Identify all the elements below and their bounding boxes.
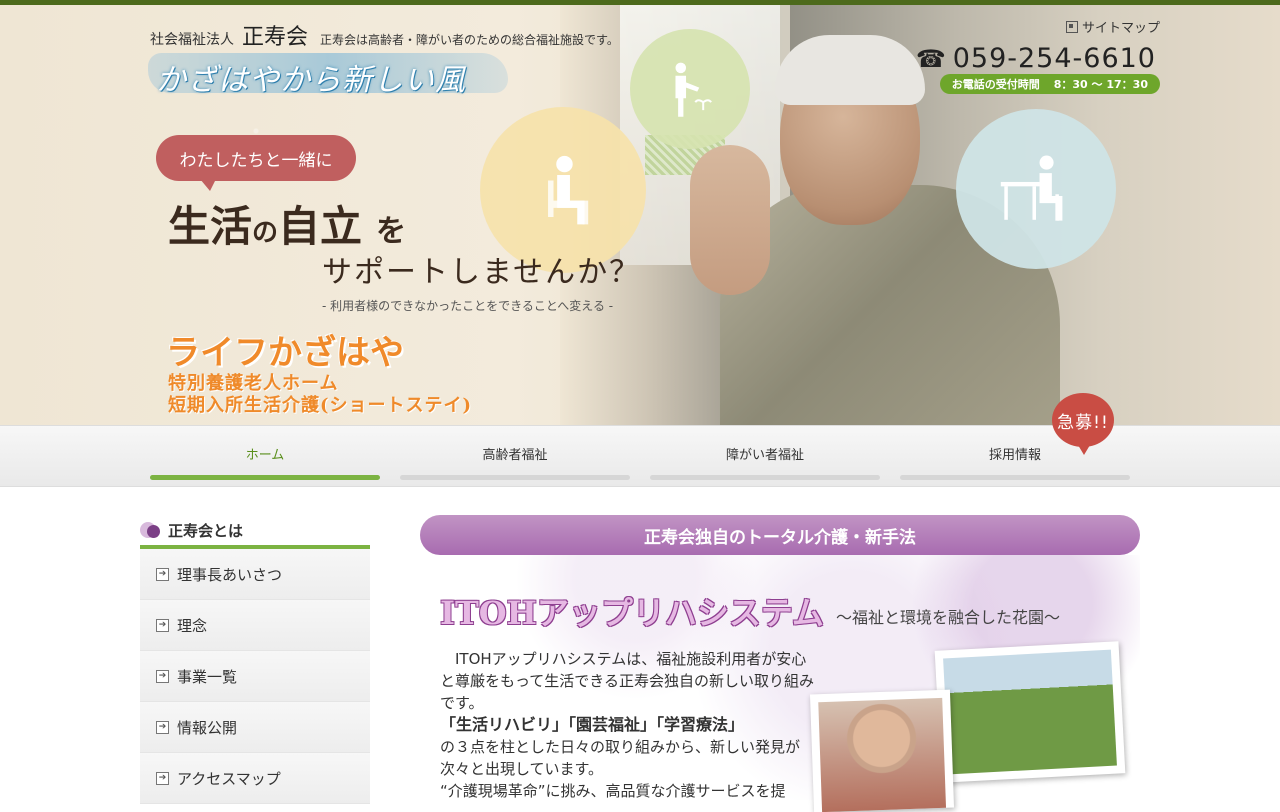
nav-elderly-welfare-label: 高齢者福祉	[482, 448, 548, 463]
org-name-logo[interactable]: 正寿会	[242, 19, 308, 51]
sidebar-item-business-list[interactable]: ➔ 事業一覧	[140, 651, 370, 702]
org-description: 正寿会は高齢者・障がい者のための総合福祉施設です。	[320, 33, 619, 47]
urgent-recruit-badge[interactable]: 急募!!	[1052, 393, 1114, 455]
description-paragraph-2: の３点を柱とした日々の取り組みから、新しい発見が次々と出現しています。	[440, 738, 801, 778]
person-at-desk-icon	[956, 109, 1116, 269]
system-subtitle: 〜福祉と環境を融合した花園〜	[836, 608, 1061, 627]
arrow-right-icon: ➔	[156, 771, 169, 785]
arrow-right-icon: ➔	[156, 669, 169, 683]
arrow-right-icon: ➔	[156, 567, 169, 581]
hero-speech-bubble: わたしたちと一緒に	[156, 135, 356, 191]
nav-disability-welfare-label: 障がい者福祉	[725, 448, 804, 463]
double-dot-icon	[140, 520, 160, 540]
hero-photo-peace-hand	[690, 145, 770, 295]
sidebar-menu: ➔ 理事長あいさつ ➔ 理念 ➔ 事業一覧 ➔ 情報公開 ➔ アクセスマップ	[140, 549, 370, 804]
hero-headline-line2: サポートしませんか？	[322, 255, 642, 290]
headline-word-independence: 自立	[278, 202, 363, 251]
nav-home-indicator	[150, 475, 380, 480]
sidebar-item-label: アクセスマップ	[177, 769, 281, 788]
org-prefix: 社会福祉法人	[150, 32, 234, 48]
headline-particle-wo: を	[376, 214, 407, 249]
catchphrase: かざはやから新しい風	[156, 63, 466, 98]
system-title: ITOHアップリハシステム	[440, 594, 824, 632]
sidebar-title-text: 正寿会とは	[168, 521, 244, 540]
sidebar-item-label: 理事長あいさつ	[177, 565, 283, 584]
sidebar-item-label: 事業一覧	[177, 667, 238, 686]
nav-home[interactable]: ホーム	[150, 426, 380, 486]
sitemap-icon	[1065, 20, 1078, 33]
hero-subnote: - 利用者様のできなかったことをできることへ変える -	[322, 299, 614, 313]
sidebar-item-disclosure[interactable]: ➔ 情報公開	[140, 702, 370, 753]
resident-photo	[809, 689, 955, 812]
nav-elderly-welfare-indicator	[400, 475, 630, 480]
nav-disability-welfare[interactable]: 障がい者福祉	[650, 426, 880, 486]
description-pillars: 「生活リハビリ」「園芸福祉」「学習療法」	[440, 715, 745, 734]
facility-type-2: 短期入所生活介護(ショートステイ)	[168, 395, 473, 416]
phone-number-text: 059-254-6610	[952, 43, 1156, 74]
sidebar-item-label: 情報公開	[177, 718, 238, 737]
sidebar-title: 正寿会とは	[140, 515, 370, 545]
organization-heading: 社会福祉法人 正寿会 正寿会は高齢者・障がい者のための総合福祉施設です。	[150, 19, 619, 51]
hero-banner: 社会福祉法人 正寿会 正寿会は高齢者・障がい者のための総合福祉施設です。 かざは…	[0, 5, 1280, 425]
nav-home-label: ホーム	[245, 448, 285, 463]
headline-particle-no: の	[252, 218, 279, 248]
headline-word-life: 生活	[168, 202, 253, 251]
sitemap-link[interactable]: サイトマップ	[1065, 17, 1160, 36]
sidebar-item-access-map[interactable]: ➔ アクセスマップ	[140, 753, 370, 804]
phone-hours-value: 8：30 〜 17：30	[1053, 78, 1148, 91]
phone-hours-badge: お電話の受付時間 8：30 〜 17：30	[939, 74, 1160, 94]
nav-disability-welfare-indicator	[650, 475, 880, 480]
telephone-icon: ☎	[915, 44, 947, 73]
system-description: ITOHアップリハシステムは、福祉施設利用者が安心と尊厳をもって生活できる正寿会…	[440, 648, 820, 802]
nav-elderly-welfare[interactable]: 高齢者福祉	[400, 426, 630, 486]
sitemap-label: サイトマップ	[1081, 21, 1160, 36]
phone-hours-label: お電話の受付時間	[951, 78, 1040, 91]
gardening-photo	[934, 641, 1126, 783]
nav-recruitment-label: 採用情報	[988, 448, 1041, 463]
nav-recruitment-indicator	[900, 475, 1130, 480]
sidebar-item-chairman-greeting[interactable]: ➔ 理事長あいさつ	[140, 549, 370, 600]
person-watering-icon	[630, 29, 750, 149]
section-title-bar: 正寿会独自のトータル介護・新手法	[420, 515, 1140, 555]
arrow-right-icon: ➔	[156, 720, 169, 734]
hero-photo-hair	[775, 35, 925, 105]
phone-number[interactable]: ☎ 059-254-6610	[916, 43, 1156, 74]
facility-name: ライフかざはや	[166, 333, 404, 373]
hero-headline: 生活の自立を	[168, 193, 406, 254]
description-paragraph-1: ITOHアップリハシステムは、福祉施設利用者が安心と尊厳をもって生活できる正寿会…	[440, 650, 814, 712]
sidebar-item-label: 理念	[177, 616, 208, 635]
arrow-right-icon: ➔	[156, 618, 169, 632]
sidebar-item-philosophy[interactable]: ➔ 理念	[140, 600, 370, 651]
description-paragraph-3: “介護現場革命”に挑み、高品質な介護サービスを提	[440, 782, 786, 800]
